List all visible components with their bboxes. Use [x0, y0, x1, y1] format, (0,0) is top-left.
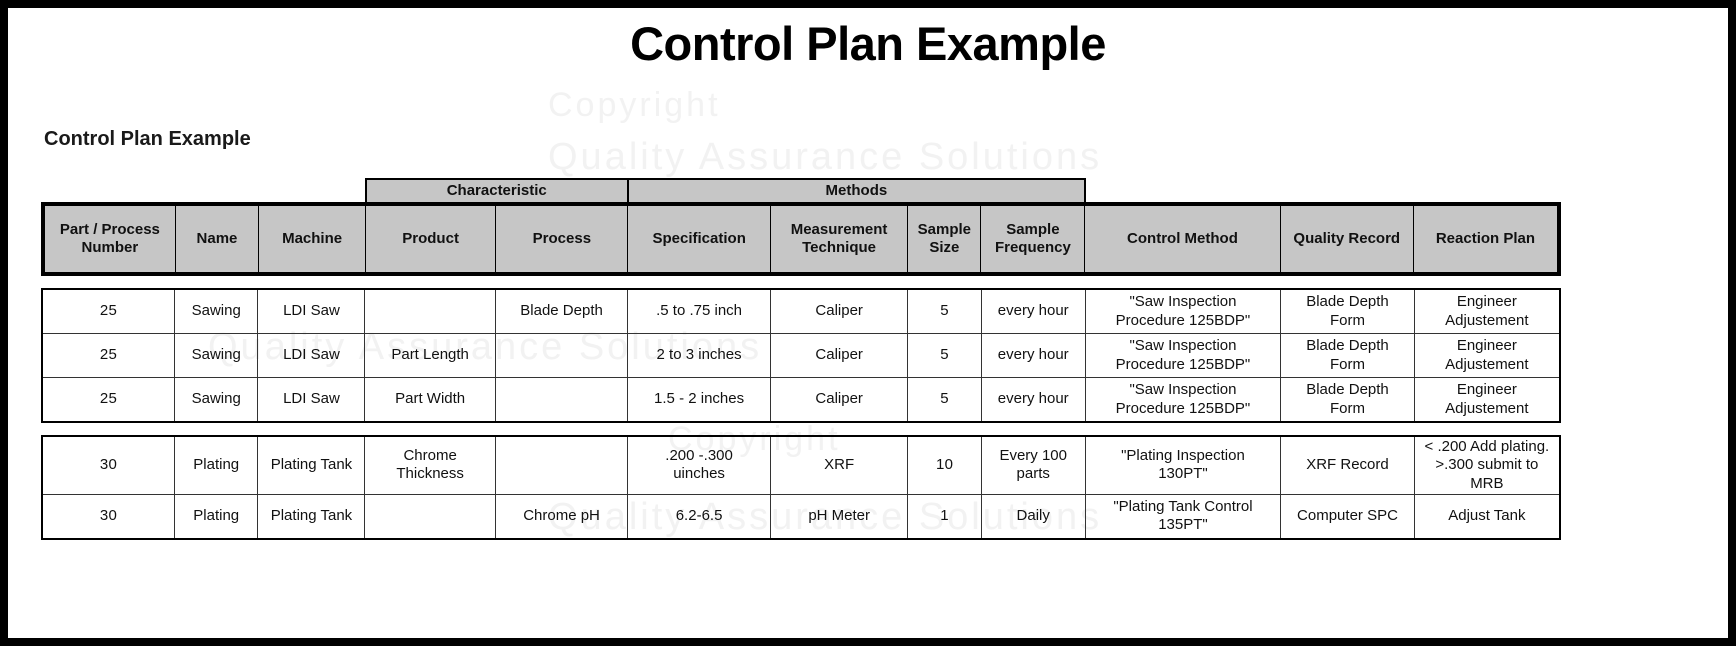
- cell-machine: LDI Saw: [257, 377, 366, 423]
- cell-name: Plating: [173, 435, 259, 495]
- cell-specification: 6.2-6.5: [627, 493, 771, 540]
- column-header-specification: Specification: [627, 202, 771, 276]
- column-header-reaction-plan: Reaction Plan: [1412, 202, 1561, 276]
- cell-process: Chrome pH: [494, 493, 629, 540]
- cell-sample-frequency: every hour: [980, 333, 1086, 378]
- table-header: Characteristic Methods Part / Process Numb…: [40, 178, 1561, 276]
- cell-control-method: "Plating Inspection 130PT": [1084, 435, 1282, 495]
- column-header-part-process-number: Part / Process Number: [40, 202, 176, 276]
- cell-sample-frequency: every hour: [980, 288, 1086, 334]
- data-block-sawing: 25 Sawing LDI Saw Blade Depth .5 to .75 inch…: [41, 288, 1561, 423]
- control-plan-table: Characteristic Methods Part / Process Numb…: [40, 178, 1561, 540]
- cell-specification: .200 -.300 uinches: [627, 435, 771, 495]
- cell-sample-frequency: Daily: [980, 493, 1086, 540]
- cell-reaction-plan: < .200 Add plating. >.300 submit to MRB: [1413, 435, 1561, 495]
- table-row: 25 Sawing LDI Saw Part Length 2 to 3 inches C…: [41, 333, 1561, 378]
- group-header-spacer-left: [43, 179, 366, 204]
- cell-machine: LDI Saw: [257, 288, 366, 334]
- cell-quality-record: XRF Record: [1280, 435, 1415, 495]
- column-header-sample-size: Sample Size: [907, 202, 982, 276]
- cell-process: Blade Depth: [494, 288, 629, 334]
- block-gap: [41, 423, 1561, 435]
- cell-sample-size: 10: [907, 435, 982, 495]
- column-header-control-method: Control Method: [1084, 202, 1281, 276]
- watermark-brand-top: Quality Assurance Solutions: [548, 136, 1103, 178]
- cell-product: Part Width: [364, 377, 496, 423]
- cell-part-process-number: 30: [41, 435, 175, 495]
- cell-measurement-technique: Caliper: [769, 333, 909, 378]
- cell-reaction-plan: Engineer Adjustement: [1413, 333, 1561, 378]
- table-row: 30 Plating Plating Tank Chrome pH 6.2-6.5 pH …: [41, 493, 1561, 540]
- cell-product: [364, 493, 496, 540]
- table-caption: Control Plan Example: [44, 128, 251, 150]
- cell-sample-frequency: every hour: [980, 377, 1086, 423]
- cell-sample-size: 5: [907, 333, 982, 378]
- cell-measurement-technique: pH Meter: [769, 493, 909, 540]
- cell-name: Sawing: [173, 377, 259, 423]
- table-row: 25 Sawing LDI Saw Blade Depth .5 to .75 inch…: [41, 288, 1561, 334]
- cell-control-method: "Saw Inspection Procedure 125BDP": [1084, 288, 1282, 334]
- watermark-copyright-top: Copyright: [548, 86, 721, 124]
- cell-machine: Plating Tank: [257, 493, 366, 540]
- cell-machine: Plating Tank: [257, 435, 366, 495]
- cell-control-method: "Plating Tank Control 135PT": [1084, 493, 1282, 540]
- cell-reaction-plan: Adjust Tank: [1413, 493, 1561, 540]
- table-row: 25 Sawing LDI Saw Part Width 1.5 - 2 inches C…: [41, 377, 1561, 423]
- cell-name: Plating: [173, 493, 259, 540]
- column-header-product: Product: [364, 202, 497, 276]
- cell-reaction-plan: Engineer Adjustement: [1413, 377, 1561, 423]
- cell-product: Chrome Thickness: [364, 435, 496, 495]
- cell-measurement-technique: Caliper: [769, 377, 909, 423]
- cell-product: Part Length: [364, 333, 496, 378]
- cell-sample-size: 1: [907, 493, 982, 540]
- cell-sample-size: 5: [907, 288, 982, 334]
- cell-control-method: "Saw Inspection Procedure 125BDP": [1084, 333, 1282, 378]
- document-page: Copyright Quality Assurance Solutions Co…: [8, 8, 1728, 638]
- table-row: 30 Plating Plating Tank Chrome Thickness .200…: [41, 435, 1561, 495]
- page-title: Control Plan Example: [630, 17, 1106, 70]
- column-header-name: Name: [174, 202, 260, 276]
- cell-name: Sawing: [173, 288, 259, 334]
- column-header-measurement-technique: Measurement Technique: [769, 202, 909, 276]
- cell-part-process-number: 25: [41, 377, 175, 423]
- cell-quality-record: Blade Depth Form: [1280, 333, 1415, 378]
- cell-quality-record: Computer SPC: [1280, 493, 1415, 540]
- cell-process: [494, 377, 629, 423]
- cell-measurement-technique: XRF: [769, 435, 909, 495]
- cell-part-process-number: 25: [41, 288, 175, 334]
- group-header-characteristic: Characteristic: [364, 178, 629, 205]
- cell-process: [494, 333, 629, 378]
- cell-sample-size: 5: [907, 377, 982, 423]
- column-header-sample-frequency: Sample Frequency: [980, 202, 1086, 276]
- column-header-row: Part / Process Number Name Machine Product Pr…: [40, 202, 1561, 276]
- column-header-process: Process: [495, 202, 629, 276]
- cell-specification: .5 to .75 inch: [627, 288, 771, 334]
- cell-part-process-number: 30: [41, 493, 175, 540]
- cell-quality-record: Blade Depth Form: [1280, 288, 1415, 334]
- cell-control-method: "Saw Inspection Procedure 125BDP": [1084, 377, 1282, 423]
- group-header-spacer-right: [1085, 179, 1559, 204]
- cell-product: [364, 288, 496, 334]
- group-header-row: Characteristic Methods: [43, 178, 1559, 205]
- cell-machine: LDI Saw: [257, 333, 366, 378]
- cell-part-process-number: 25: [41, 333, 175, 378]
- cell-quality-record: Blade Depth Form: [1280, 377, 1415, 423]
- cell-reaction-plan: Engineer Adjustement: [1413, 288, 1561, 334]
- cell-specification: 1.5 - 2 inches: [627, 377, 771, 423]
- cell-measurement-technique: Caliper: [769, 288, 909, 334]
- column-header-machine: Machine: [258, 202, 366, 276]
- cell-process: [494, 435, 629, 495]
- cell-name: Sawing: [173, 333, 259, 378]
- data-block-plating: 30 Plating Plating Tank Chrome Thickness .200…: [41, 435, 1561, 540]
- block-gap: [41, 276, 1561, 288]
- cell-specification: 2 to 3 inches: [627, 333, 771, 378]
- cell-sample-frequency: Every 100 parts: [980, 435, 1086, 495]
- group-header-methods: Methods: [626, 178, 1086, 205]
- column-header-quality-record: Quality Record: [1279, 202, 1414, 276]
